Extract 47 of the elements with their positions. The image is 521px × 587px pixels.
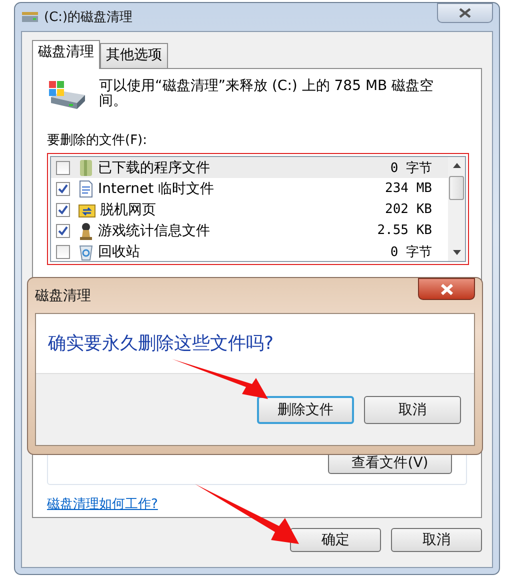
cancel-button[interactable]: 取消 [391, 528, 482, 552]
file-row[interactable]: Internet 临时文件 234 MB [51, 178, 448, 199]
checkbox[interactable] [56, 244, 70, 258]
checkbox[interactable] [56, 160, 70, 174]
description-text: 可以使用“磁盘清理”来释放 (C:) 上的 785 MB 磁盘空间。 [99, 79, 435, 109]
tab[interactable]: 其他选项 [100, 43, 168, 68]
checkbox[interactable] [56, 182, 70, 196]
drive-icon [21, 11, 39, 23]
cancel-button[interactable]: 取消 [364, 396, 461, 424]
folder-icon [78, 158, 94, 176]
checkbox[interactable] [56, 224, 70, 238]
scroll-up-icon [452, 163, 460, 168]
recycle-bin-icon [78, 242, 94, 260]
file-size: 234 MB [385, 181, 432, 196]
checkbox[interactable] [56, 202, 70, 216]
drive-icon [47, 79, 87, 111]
delete-files-button[interactable]: 删除文件 [257, 396, 354, 424]
file-size: 2.55 KB [377, 223, 432, 238]
scrollbar-thumb[interactable] [449, 176, 464, 200]
help-link[interactable]: 磁盘清理如何工作? [47, 495, 158, 513]
files-label: 要删除的文件(F): [47, 132, 148, 149]
file-size: 0 字节 [390, 160, 432, 176]
file-row[interactable]: 游戏统计信息文件 2.55 KB [51, 220, 448, 241]
dialog-title: 磁盘清理 [35, 286, 91, 304]
folder-icon [78, 202, 96, 218]
file-name: Internet 临时文件 [98, 180, 216, 198]
ok-button[interactable]: 确定 [290, 528, 381, 552]
file-size: 0 字节 [390, 244, 432, 260]
close-icon [459, 8, 471, 18]
close-button[interactable] [437, 3, 493, 23]
window-title: (C:)的磁盘清理 [44, 9, 133, 26]
dialog-message: 确实要永久删除这些文件吗? [48, 332, 274, 355]
document-icon [78, 180, 94, 198]
file-name: 回收站 [98, 242, 141, 260]
file-name: 已下载的程序文件 [98, 158, 211, 176]
file-name: 游戏统计信息文件 [98, 222, 211, 240]
file-name: 脱机网页 [100, 200, 157, 218]
tab[interactable]: 磁盘清理 [32, 40, 100, 69]
file-row[interactable]: 脱机网页 202 KB [51, 199, 448, 220]
file-row[interactable]: 回收站 0 字节 [51, 241, 448, 262]
scroll-down-icon [452, 250, 460, 255]
file-row[interactable]: 已下载的程序文件 0 字节 [51, 157, 448, 178]
close-button[interactable] [418, 278, 475, 300]
close-icon [440, 284, 454, 294]
chess-piece-icon [78, 222, 94, 240]
scrollbar[interactable] [448, 157, 465, 261]
file-size: 202 KB [385, 202, 432, 217]
